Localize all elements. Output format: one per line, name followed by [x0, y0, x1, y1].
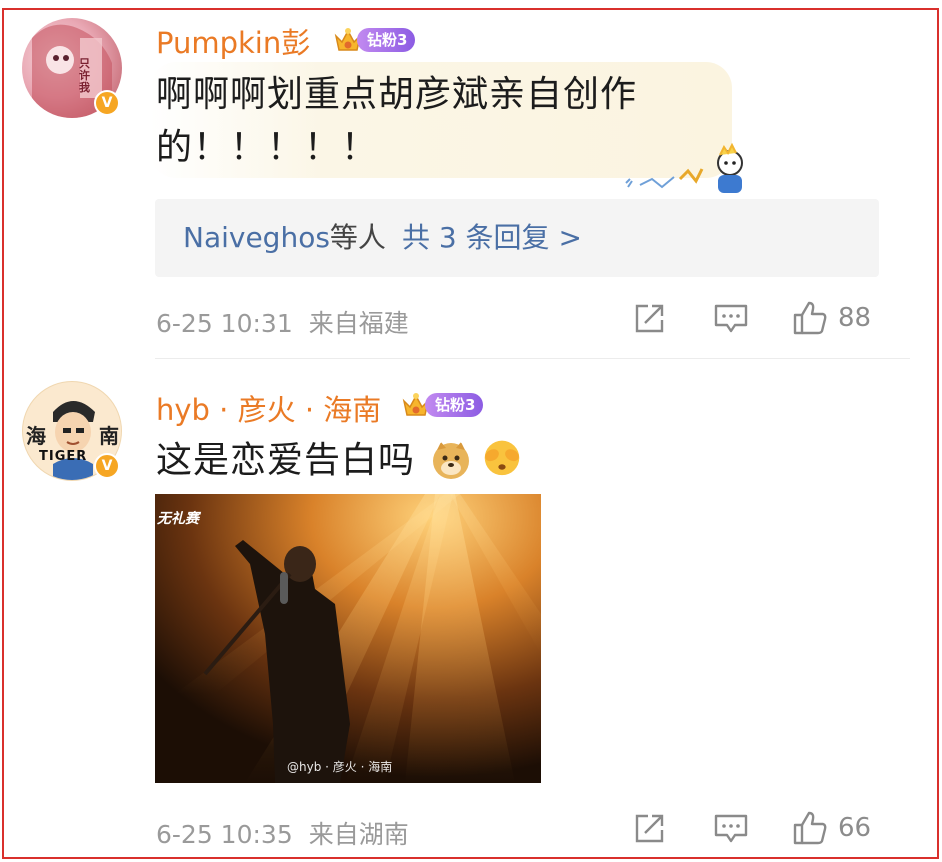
- reply-count-link[interactable]: 共 3 条回复 >: [402, 221, 582, 254]
- fan-badge: 钻粉3: [401, 392, 484, 418]
- comment-text: 啊啊啊划重点胡彦斌亲自创作 的！！！！！: [156, 68, 637, 174]
- like-count: 88: [838, 303, 872, 333]
- reply-button[interactable]: [713, 813, 749, 845]
- comment-location: 来自福建: [308, 309, 409, 338]
- reply-user-names[interactable]: Naiveghos: [183, 221, 330, 254]
- fan-badge-label: 钻粉3: [425, 393, 484, 417]
- thumbs-up-icon: [793, 301, 827, 335]
- comment-meta: 6-25 10:31 来自福建: [156, 304, 409, 340]
- comment-icon: [714, 814, 748, 843]
- stage-photo-illustration: [155, 494, 541, 783]
- reply-others-label: 等人: [329, 221, 386, 254]
- share-icon: [635, 304, 664, 333]
- avatar-caption-bottom: TIGER: [39, 449, 88, 464]
- comment-time: 6-25 10:35: [156, 820, 293, 849]
- username[interactable]: hyb · 彦火 · 海南: [156, 387, 381, 429]
- fan-badge: 钻粉3: [333, 27, 416, 53]
- comment-divider: [155, 358, 910, 359]
- share-button[interactable]: [632, 812, 666, 846]
- avatar-caption-left: 海: [26, 424, 46, 448]
- doge-emoji-icon: [433, 442, 469, 479]
- avatar-caption: 只许我: [79, 57, 90, 94]
- comment-text-line: 的！！！！！: [156, 127, 379, 168]
- comment-icon: [714, 304, 748, 333]
- avatar[interactable]: 海 南 TIGER V: [22, 381, 122, 481]
- like-button[interactable]: 88: [792, 300, 871, 336]
- username[interactable]: Pumpkin彭: [156, 20, 310, 62]
- avatar[interactable]: 只许我 V: [22, 18, 122, 118]
- comment-time: 6-25 10:31: [156, 309, 293, 338]
- image-title-overlay: 无礼赛: [157, 511, 199, 527]
- comment-text-line: 这是恋爱告白吗: [156, 440, 416, 481]
- comment-meta: 6-25 10:35 来自湖南: [156, 815, 409, 851]
- comment-text: 这是恋爱告白吗: [156, 434, 415, 487]
- comment-location: 来自湖南: [308, 820, 409, 849]
- replies-link[interactable]: Naiveghos等人共 3 条回复 >: [183, 199, 582, 277]
- verified-badge-icon: V: [94, 90, 120, 116]
- comment-image[interactable]: 无礼赛 @hyb · 彦火 · 海南: [155, 494, 541, 783]
- verified-badge-icon: V: [94, 453, 120, 479]
- comment-text-line: 啊啊啊划重点胡彦斌亲自创作: [156, 74, 638, 115]
- replies-preview[interactable]: Naiveghos等人共 3 条回复 >: [155, 199, 879, 277]
- share-icon: [635, 814, 664, 843]
- share-button[interactable]: [632, 302, 666, 336]
- fan-badge-label: 钻粉3: [357, 28, 416, 52]
- like-button[interactable]: 66: [792, 810, 871, 846]
- bubble-character-decoration-icon: [625, 143, 743, 193]
- avatar-caption-right: 南: [99, 424, 119, 448]
- covering-eyes-emoji-icon: [484, 440, 520, 476]
- reply-button[interactable]: [713, 303, 749, 335]
- image-watermark: @hyb · 彦火 · 海南: [287, 760, 393, 774]
- like-count: 66: [838, 813, 872, 843]
- thumbs-up-icon: [793, 811, 827, 845]
